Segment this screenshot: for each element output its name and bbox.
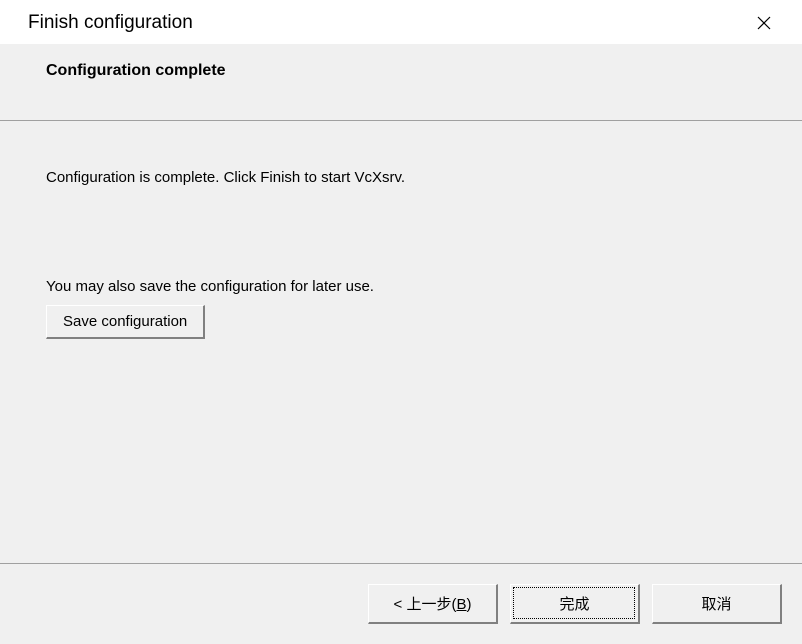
save-configuration-button[interactable]: Save configuration [46, 305, 205, 339]
wizard-header: Configuration complete [0, 44, 802, 121]
close-icon [757, 16, 771, 30]
back-button-suffix: ) [466, 596, 471, 613]
save-hint-text: You may also save the configuration for … [46, 278, 756, 295]
dialog-window: Finish configuration Configuration compl… [0, 0, 802, 644]
window-title: Finish configuration [28, 12, 193, 34]
wizard-footer: < 上一步(B) 完成 取消 [0, 564, 802, 644]
page-title: Configuration complete [46, 62, 802, 80]
cancel-button[interactable]: 取消 [652, 584, 782, 624]
back-button-accelerator: B [456, 596, 466, 613]
close-button[interactable] [744, 8, 784, 38]
completion-message: Configuration is complete. Click Finish … [46, 169, 756, 186]
content-area: Configuration is complete. Click Finish … [0, 121, 802, 564]
back-button[interactable]: < 上一步(B) [368, 584, 498, 624]
back-button-prefix: < 上一步( [394, 596, 457, 613]
finish-button[interactable]: 完成 [510, 584, 640, 624]
titlebar: Finish configuration [0, 0, 802, 44]
